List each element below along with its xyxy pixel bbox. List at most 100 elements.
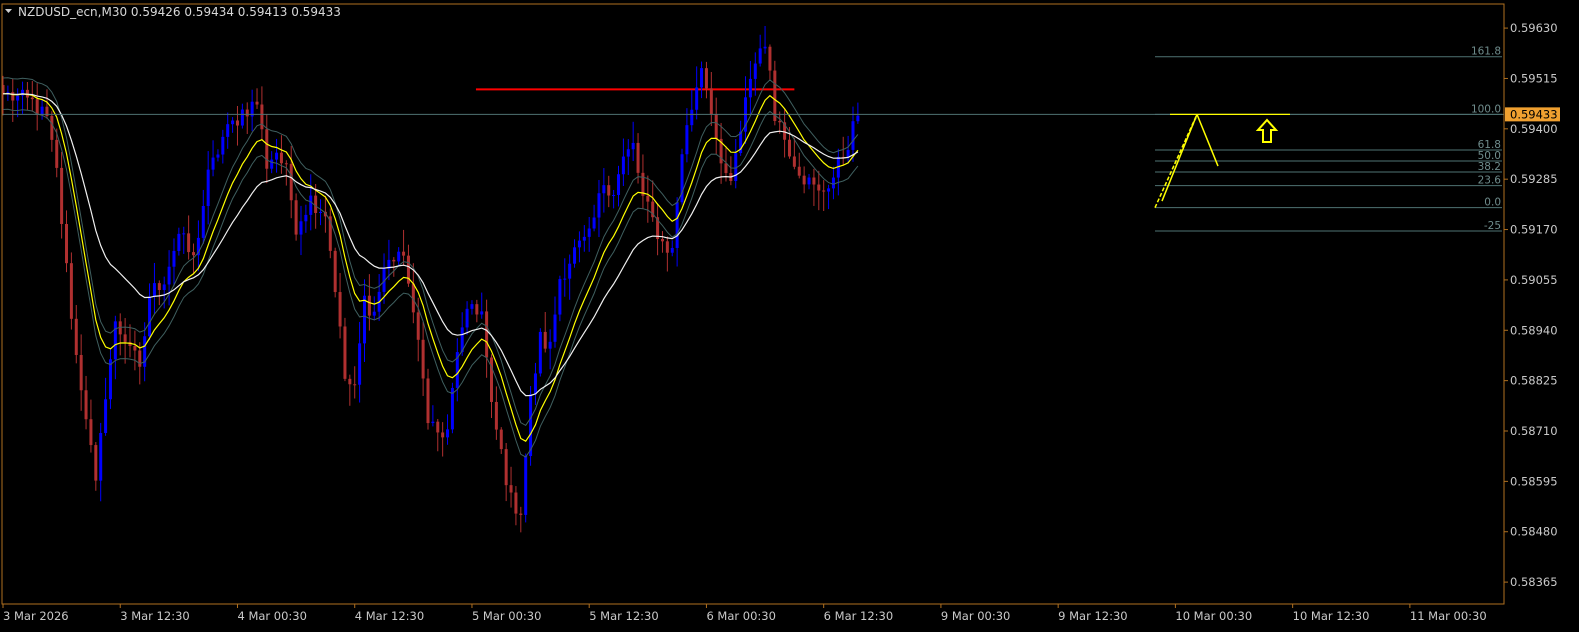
candle-body	[152, 283, 156, 297]
candle-body	[211, 157, 215, 170]
candle-body	[685, 125, 689, 155]
candle-body	[260, 104, 264, 130]
candle-body	[265, 129, 269, 169]
price-tick-label: 0.58940	[1510, 323, 1558, 337]
candle-body	[538, 331, 542, 374]
candle-body	[235, 120, 239, 126]
candle-body	[289, 163, 293, 201]
time-tick-label: 5 Mar 00:30	[472, 609, 541, 623]
candle-body	[187, 233, 191, 253]
time-tick-label: 4 Mar 00:30	[237, 609, 306, 623]
candle-body	[240, 109, 244, 126]
candle-body	[812, 177, 816, 185]
candle-body	[182, 233, 186, 235]
candle-body	[362, 295, 366, 344]
candle-body	[577, 240, 581, 248]
candle-body	[123, 334, 127, 342]
candle-body	[480, 311, 484, 315]
candle-body	[519, 513, 523, 515]
price-tick-label: 0.58595	[1510, 474, 1558, 488]
candle-body	[245, 109, 249, 117]
candle-body	[172, 250, 176, 267]
candle-body	[333, 250, 337, 293]
candle-body	[397, 251, 401, 262]
candle-body	[167, 266, 171, 285]
candle-body	[607, 185, 611, 196]
price-tick-label: 0.58365	[1510, 575, 1558, 589]
candle-body	[714, 114, 718, 139]
price-tick-label: 0.58825	[1510, 374, 1558, 388]
candle-body	[148, 296, 152, 337]
candle-body	[319, 211, 323, 214]
candle-body	[748, 78, 752, 98]
candle-body	[299, 221, 303, 235]
candle-body	[84, 390, 88, 420]
candle-body	[113, 321, 117, 360]
candle-body	[695, 87, 699, 110]
candle-body	[367, 295, 371, 316]
fibonacci-level-label: 23.6	[1478, 175, 1502, 187]
candle-body	[402, 251, 406, 256]
candle-body	[831, 177, 835, 189]
fibonacci-level-label: 100.0	[1471, 103, 1501, 115]
price-tick-label: 0.58710	[1510, 424, 1558, 438]
candle-body	[79, 354, 83, 391]
candle-body	[338, 292, 342, 327]
candle-body	[416, 312, 420, 340]
candle-body	[548, 341, 552, 349]
candle-body	[792, 156, 796, 167]
candle-body	[543, 331, 547, 349]
candle-body	[636, 142, 640, 173]
candle-body	[665, 241, 669, 253]
candle-body	[177, 233, 181, 251]
fibonacci-level-label: 161.8	[1471, 46, 1501, 58]
candle-body	[802, 175, 806, 185]
candle-body	[11, 92, 15, 101]
candle-body	[436, 421, 440, 433]
candle-body	[568, 263, 572, 279]
time-tick-label: 11 Mar 00:30	[1410, 609, 1487, 623]
candle-body	[304, 214, 308, 222]
candle-body	[446, 429, 450, 438]
candle-body	[499, 429, 503, 450]
candle-body	[724, 163, 728, 174]
price-chart[interactable]: 161.8100.061.850.038.223.60.0-25 0.59630…	[0, 0, 1579, 632]
candle-body	[533, 373, 537, 395]
candle-body	[558, 279, 562, 315]
candle-body	[108, 359, 112, 400]
candle-body	[138, 350, 142, 367]
candle-body	[704, 68, 708, 89]
chart-title-text: NZDUSD_ecn,M30 0.59426 0.59434 0.59413 0…	[18, 5, 341, 19]
candle-body	[40, 106, 44, 115]
candle-body	[597, 193, 601, 218]
candle-body	[16, 95, 20, 101]
candle-body	[372, 311, 376, 316]
time-tick-label: 4 Mar 12:30	[355, 609, 424, 623]
candle-body	[758, 48, 762, 64]
candle-body	[514, 492, 518, 514]
candle-body	[35, 99, 39, 115]
candle-body	[504, 449, 508, 486]
candle-body	[602, 185, 606, 194]
candle-body	[690, 109, 694, 126]
candle-body	[50, 115, 54, 140]
time-tick-label: 6 Mar 00:30	[706, 609, 775, 623]
candle-body	[201, 205, 205, 238]
candle-body	[421, 339, 425, 379]
candle-body	[255, 101, 259, 105]
candle-body	[617, 174, 621, 195]
candle-body	[279, 152, 283, 164]
candle-body	[216, 154, 220, 158]
candle-body	[74, 318, 78, 355]
time-tick-label: 10 Mar 00:30	[1175, 609, 1252, 623]
candle-body	[353, 384, 357, 386]
candle-body	[509, 485, 513, 493]
candle-body	[314, 195, 318, 214]
price-tick-label: 0.59515	[1510, 71, 1558, 85]
candle-body	[104, 399, 108, 433]
candle-body	[426, 378, 430, 424]
fibonacci-level-label: -25	[1484, 220, 1501, 232]
candle-body	[753, 63, 757, 79]
candle-body	[827, 188, 831, 192]
price-tick-label: 0.59170	[1510, 223, 1558, 237]
